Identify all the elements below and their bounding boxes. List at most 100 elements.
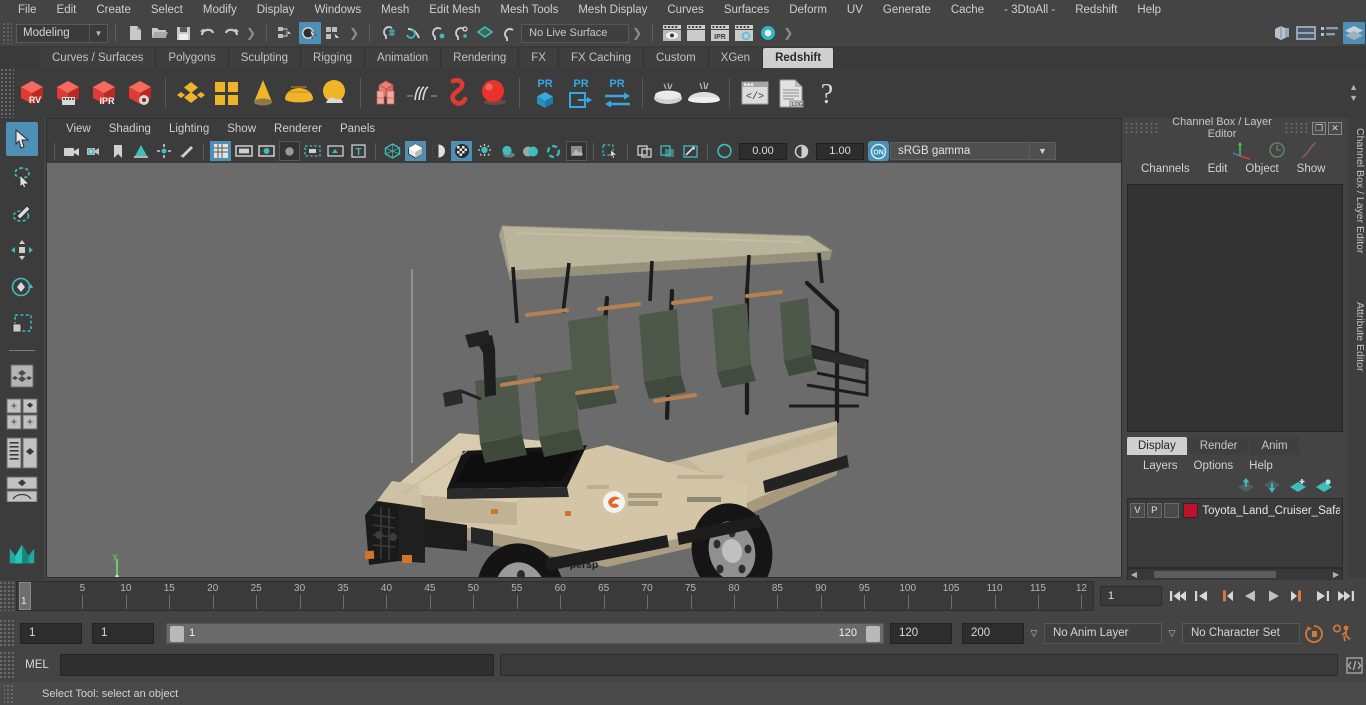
- step-forward-frame-button[interactable]: [1286, 584, 1310, 608]
- layer-menu-help[interactable]: Help: [1241, 460, 1281, 472]
- gate-mask-icon[interactable]: [279, 141, 300, 161]
- render-current-frame-button[interactable]: [661, 22, 683, 44]
- redshift-bokeh-icon[interactable]: [650, 74, 686, 112]
- snap-to-grid-button[interactable]: [378, 22, 400, 44]
- xray-icon[interactable]: [634, 141, 655, 161]
- layer-color-swatch[interactable]: [1182, 503, 1199, 518]
- shelf-scroll-arrows[interactable]: ▲ ▼: [1349, 82, 1358, 104]
- show-hide-channel-box-button[interactable]: [1343, 22, 1365, 44]
- pr-transfer-icon[interactable]: PR: [599, 74, 635, 112]
- shelf-scroll-down-icon[interactable]: ▼: [1349, 93, 1358, 104]
- toggle-ipr-button[interactable]: [757, 22, 779, 44]
- wireframe-icon[interactable]: [382, 141, 403, 161]
- exposure-value-field[interactable]: 0.00: [739, 142, 787, 160]
- shelf-tab-redshift[interactable]: Redshift: [763, 48, 835, 68]
- menu-item-uv[interactable]: UV: [837, 0, 873, 20]
- shelf-tab-custom[interactable]: Custom: [644, 48, 709, 68]
- undock-panel-button[interactable]: ❐: [1312, 121, 1326, 135]
- smooth-shade-all-icon[interactable]: [405, 141, 426, 161]
- menu-item-select[interactable]: Select: [141, 0, 193, 20]
- screen-space-ao-icon[interactable]: [520, 141, 541, 161]
- panel-grip[interactable]: [1124, 122, 1160, 134]
- redshift-log-file-icon[interactable]: .LOG: [773, 74, 809, 112]
- shadows-icon[interactable]: [497, 141, 518, 161]
- menu-item-help[interactable]: Help: [1127, 0, 1171, 20]
- shelf-tab-xgen[interactable]: XGen: [708, 48, 764, 68]
- shelf-tab-rigging[interactable]: Rigging: [301, 48, 366, 68]
- select-by-hierarchy-button[interactable]: [275, 22, 297, 44]
- go-to-end-button[interactable]: [1334, 584, 1358, 608]
- animation-preferences-icon[interactable]: [1328, 623, 1358, 643]
- menu-item-curves[interactable]: Curves: [657, 0, 713, 20]
- select-by-object-type-button[interactable]: [299, 22, 322, 44]
- viewport-menu-renderer[interactable]: Renderer: [265, 119, 331, 139]
- time-slider-track[interactable]: 1 5 10 15 20 25 30 35 40 45 50 55 60 65 70 75 80 85 90 95 1…: [16, 581, 1094, 611]
- create-layer-from-selection-icon[interactable]: [1315, 478, 1333, 496]
- scale-tool-button[interactable]: [6, 307, 38, 341]
- viewport-menu-panels[interactable]: Panels: [331, 119, 384, 139]
- show-hide-tool-settings-button[interactable]: [1319, 22, 1341, 44]
- redshift-proxy-icon[interactable]: [173, 74, 209, 112]
- gamma-icon[interactable]: [791, 141, 812, 161]
- redshift-curve-tube-icon[interactable]: [440, 74, 476, 112]
- viewport-snapshot-icon[interactable]: [680, 141, 701, 161]
- snap-to-curve-button[interactable]: [402, 22, 424, 44]
- save-scene-button[interactable]: [172, 22, 194, 44]
- open-scene-button[interactable]: [148, 22, 170, 44]
- color-management-select[interactable]: sRGB gamma: [890, 142, 1030, 160]
- layer-state-toggle[interactable]: [1163, 503, 1179, 518]
- ipr-render-button[interactable]: IPR: [709, 22, 731, 44]
- anim-layer-select[interactable]: No Anim Layer: [1044, 622, 1162, 644]
- xray-joints-icon[interactable]: [657, 141, 678, 161]
- menu-item-modify[interactable]: Modify: [193, 0, 247, 20]
- redshift-bake-icon[interactable]: [368, 74, 404, 112]
- menu-item-file[interactable]: File: [8, 0, 47, 20]
- redshift-render-sequence-icon[interactable]: [50, 74, 86, 112]
- shelf-tab-polygons[interactable]: Polygons: [156, 48, 229, 68]
- shelf-tab-animation[interactable]: Animation: [365, 48, 442, 68]
- close-panel-button[interactable]: ✕: [1328, 121, 1342, 135]
- rotate-tool-button[interactable]: [6, 270, 38, 304]
- menu-item-surfaces[interactable]: Surfaces: [714, 0, 779, 20]
- snap-to-point-button[interactable]: [426, 22, 448, 44]
- channel-box-menu-show[interactable]: Show: [1288, 163, 1335, 175]
- redshift-help-icon[interactable]: ?: [809, 74, 845, 112]
- snap-to-view-planes-button[interactable]: [474, 22, 496, 44]
- redshift-sun-sky-icon[interactable]: [317, 74, 353, 112]
- range-slider-grip[interactable]: [0, 619, 14, 647]
- playback-start-time-field[interactable]: 1: [92, 622, 154, 644]
- character-set-select[interactable]: No Character Set: [1182, 622, 1300, 644]
- make-live-button[interactable]: [498, 22, 520, 44]
- menu-item-mesh[interactable]: Mesh: [371, 0, 419, 20]
- live-surface-field[interactable]: No Live Surface: [521, 23, 630, 43]
- bookmark-icon[interactable]: [107, 141, 128, 161]
- scrollbar-thumb[interactable]: [1154, 571, 1276, 578]
- shelf-tab-rendering[interactable]: Rendering: [441, 48, 520, 68]
- layer-visibility-toggle[interactable]: V: [1130, 503, 1145, 518]
- film-gate-icon[interactable]: [233, 141, 254, 161]
- layer-tab-render[interactable]: Render: [1188, 437, 1249, 455]
- 3d-viewport[interactable]: y x z persp: [47, 163, 1121, 577]
- shelf-tab-curves-surfaces[interactable]: Curves / Surfaces: [40, 48, 157, 68]
- playback-range-track[interactable]: 1 120: [166, 622, 884, 644]
- collapse-arrow-3-icon[interactable]: ❯: [629, 26, 645, 40]
- redshift-hair-icon[interactable]: [404, 74, 440, 112]
- camera-attributes-icon[interactable]: [84, 141, 105, 161]
- animation-start-time-field[interactable]: 1: [20, 622, 82, 644]
- current-frame-field[interactable]: 1: [1100, 586, 1162, 606]
- play-forwards-button[interactable]: [1262, 584, 1286, 608]
- range-start-handle[interactable]: [170, 625, 184, 642]
- lasso-select-tool-button[interactable]: [6, 159, 38, 193]
- side-tab-channel-box[interactable]: Channel Box / Layer Editor: [1348, 122, 1366, 260]
- layout-single-quad-button[interactable]: + + +: [6, 396, 38, 432]
- redo-button[interactable]: [220, 22, 242, 44]
- shelf-scroll-up-icon[interactable]: ▲: [1349, 82, 1358, 93]
- two-d-pan-zoom-icon[interactable]: [153, 141, 174, 161]
- viewport-menu-view[interactable]: View: [57, 119, 100, 139]
- chevron-down-icon[interactable]: ▼: [1030, 142, 1056, 160]
- channel-box-menu-object[interactable]: Object: [1236, 163, 1287, 175]
- character-set-chevron-icon[interactable]: ▽: [1162, 628, 1182, 639]
- redshift-material-sphere-icon[interactable]: [476, 74, 512, 112]
- move-tool-button[interactable]: [6, 233, 38, 267]
- menu-item-deform[interactable]: Deform: [779, 0, 837, 20]
